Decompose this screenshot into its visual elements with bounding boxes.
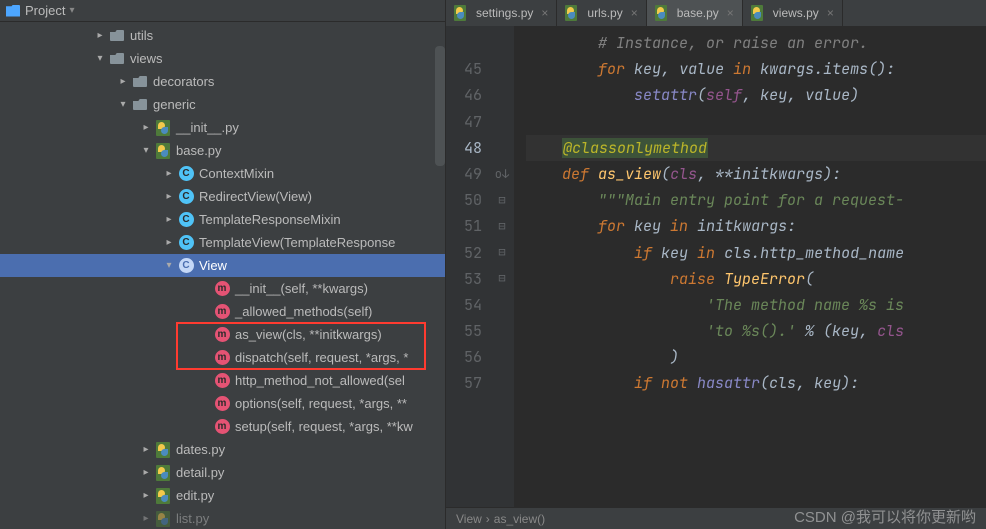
python-file-icon bbox=[454, 5, 466, 21]
tree-file-list[interactable]: list.py bbox=[0, 507, 445, 529]
tree-file-init[interactable]: __init__.py bbox=[0, 116, 445, 139]
fold-gutter: o↓ ⊟ ⊟ ⊟ ⊟ bbox=[490, 26, 514, 507]
python-file-icon bbox=[751, 5, 763, 21]
expand-arrow-icon[interactable] bbox=[118, 76, 128, 87]
breadcrumb[interactable]: View › as_view() bbox=[446, 507, 986, 529]
class-icon: C bbox=[179, 166, 194, 181]
python-file-icon bbox=[156, 511, 170, 527]
code-area[interactable]: 45 46 47 48 49 50 51 52 53 54 55 56 57 o… bbox=[446, 26, 986, 507]
code-content[interactable]: # Instance, or raise an error. for key, … bbox=[514, 26, 986, 507]
project-icon bbox=[6, 5, 20, 17]
method-icon: m bbox=[215, 350, 230, 365]
tab-views[interactable]: views.py× bbox=[743, 0, 843, 26]
fold-icon[interactable]: ⊟ bbox=[490, 266, 514, 292]
fold-icon[interactable]: ⊟ bbox=[490, 240, 514, 266]
expand-arrow-icon[interactable] bbox=[141, 444, 151, 455]
tree-method-asview[interactable]: mas_view(cls, **initkwargs) bbox=[0, 323, 445, 346]
tree-class-view[interactable]: CView bbox=[0, 254, 445, 277]
python-file-icon bbox=[156, 465, 170, 481]
expand-arrow-icon[interactable] bbox=[164, 260, 174, 271]
python-file-icon bbox=[156, 120, 170, 136]
tree-file-dates[interactable]: dates.py bbox=[0, 438, 445, 461]
tree-method-options[interactable]: moptions(self, request, *args, ** bbox=[0, 392, 445, 415]
expand-arrow-icon[interactable] bbox=[95, 53, 105, 64]
expand-arrow-icon[interactable] bbox=[141, 122, 151, 133]
python-file-icon bbox=[156, 143, 170, 159]
tree-class-templateview[interactable]: CTemplateView(TemplateResponse bbox=[0, 231, 445, 254]
expand-arrow-icon[interactable] bbox=[164, 237, 174, 248]
tree-class-templateresponsemixin[interactable]: CTemplateResponseMixin bbox=[0, 208, 445, 231]
tree-method-init[interactable]: m__init__(self, **kwargs) bbox=[0, 277, 445, 300]
breadcrumb-separator-icon: › bbox=[486, 512, 490, 526]
tab-urls[interactable]: urls.py× bbox=[557, 0, 646, 26]
method-icon: m bbox=[215, 327, 230, 342]
expand-arrow-icon[interactable] bbox=[141, 490, 151, 501]
breadcrumb-item[interactable]: as_view() bbox=[494, 512, 545, 526]
close-icon[interactable]: × bbox=[631, 6, 638, 20]
python-file-icon bbox=[565, 5, 577, 21]
method-icon: m bbox=[215, 396, 230, 411]
tree-folder-generic[interactable]: generic bbox=[0, 93, 445, 116]
close-icon[interactable]: × bbox=[727, 6, 734, 20]
tree-class-redirectview[interactable]: CRedirectView(View) bbox=[0, 185, 445, 208]
tab-settings[interactable]: settings.py× bbox=[446, 0, 557, 26]
tree-method-allowed[interactable]: m_allowed_methods(self) bbox=[0, 300, 445, 323]
method-icon: m bbox=[215, 373, 230, 388]
class-icon: C bbox=[179, 189, 194, 204]
expand-arrow-icon[interactable] bbox=[95, 30, 105, 41]
breadcrumb-item[interactable]: View bbox=[456, 512, 482, 526]
class-icon: C bbox=[179, 212, 194, 227]
expand-arrow-icon[interactable] bbox=[141, 145, 151, 156]
tab-base[interactable]: base.py× bbox=[647, 0, 743, 26]
python-file-icon bbox=[156, 442, 170, 458]
tree-method-dispatch[interactable]: mdispatch(self, request, *args, * bbox=[0, 346, 445, 369]
line-number-gutter: 45 46 47 48 49 50 51 52 53 54 55 56 57 bbox=[446, 26, 490, 507]
tree-file-base[interactable]: base.py bbox=[0, 139, 445, 162]
fold-icon[interactable]: ⊟ bbox=[490, 213, 514, 239]
tree-file-edit[interactable]: edit.py bbox=[0, 484, 445, 507]
project-tree: utils views decorators generic __init__.… bbox=[0, 22, 445, 529]
folder-icon bbox=[110, 30, 124, 41]
tree-folder-views[interactable]: views bbox=[0, 47, 445, 70]
class-icon: C bbox=[179, 235, 194, 250]
tree-method-setup[interactable]: msetup(self, request, *args, **kw bbox=[0, 415, 445, 438]
tree-class-contextmixin[interactable]: CContextMixin bbox=[0, 162, 445, 185]
method-icon: m bbox=[215, 419, 230, 434]
folder-icon bbox=[133, 76, 147, 87]
override-icon[interactable]: o↓ bbox=[490, 161, 514, 187]
fold-icon[interactable]: ⊟ bbox=[490, 187, 514, 213]
tree-file-detail[interactable]: detail.py bbox=[0, 461, 445, 484]
editor-tabs: settings.py× urls.py× base.py× views.py× bbox=[446, 0, 986, 26]
expand-arrow-icon[interactable] bbox=[164, 214, 174, 225]
method-icon: m bbox=[215, 304, 230, 319]
folder-icon bbox=[133, 99, 147, 110]
close-icon[interactable]: × bbox=[827, 6, 834, 20]
expand-arrow-icon[interactable] bbox=[118, 99, 128, 110]
expand-arrow-icon[interactable] bbox=[164, 191, 174, 202]
editor-pane: settings.py× urls.py× base.py× views.py×… bbox=[446, 0, 986, 529]
method-icon: m bbox=[215, 281, 230, 296]
tree-folder-decorators[interactable]: decorators bbox=[0, 70, 445, 93]
class-icon: C bbox=[179, 258, 194, 273]
expand-arrow-icon[interactable] bbox=[141, 513, 151, 524]
folder-icon bbox=[110, 53, 124, 64]
expand-arrow-icon[interactable] bbox=[141, 467, 151, 478]
project-sidebar: Project ▾ utils views decorators generic… bbox=[0, 0, 446, 529]
chevron-down-icon[interactable]: ▾ bbox=[69, 5, 74, 16]
project-header[interactable]: Project ▾ bbox=[0, 0, 445, 22]
tree-folder-utils[interactable]: utils bbox=[0, 24, 445, 47]
python-file-icon bbox=[655, 5, 667, 21]
project-title: Project bbox=[25, 3, 65, 18]
close-icon[interactable]: × bbox=[541, 6, 548, 20]
python-file-icon bbox=[156, 488, 170, 504]
expand-arrow-icon[interactable] bbox=[164, 168, 174, 179]
tree-method-http[interactable]: mhttp_method_not_allowed(sel bbox=[0, 369, 445, 392]
